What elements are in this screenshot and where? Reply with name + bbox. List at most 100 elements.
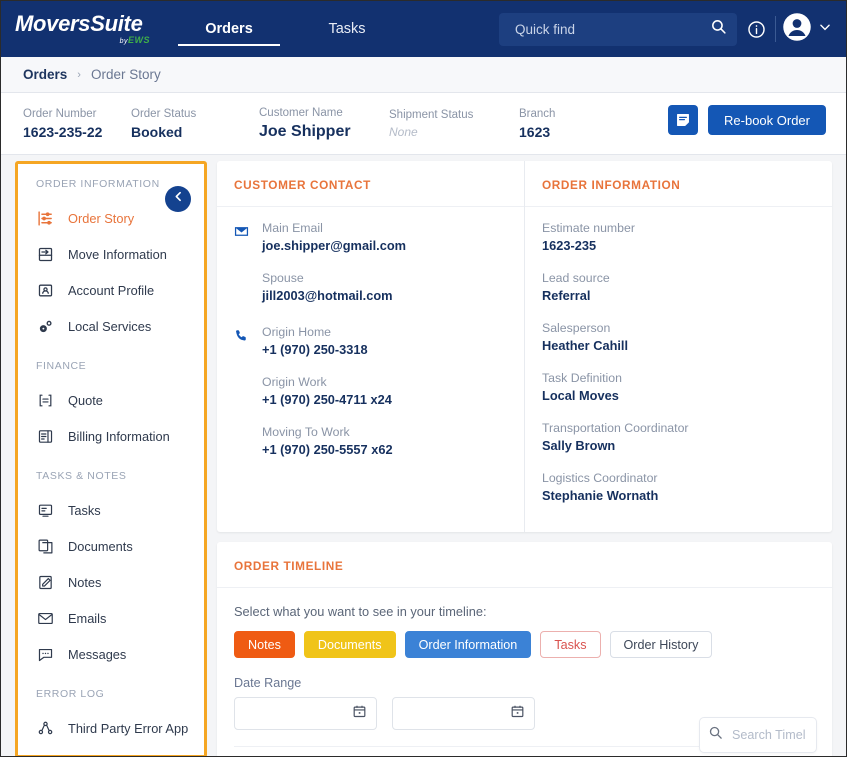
calendar-icon[interactable]: [352, 704, 367, 724]
nav-item-tasks[interactable]: Tasks: [288, 1, 406, 57]
logo-subtext: byEWS: [120, 36, 150, 45]
sidebar-item-billing-information-label: Billing Information: [68, 429, 170, 444]
date-from-field[interactable]: [234, 697, 377, 730]
contact-main-email: Main Email joe.shipper@gmail.com: [234, 221, 507, 253]
search-input[interactable]: [513, 21, 710, 38]
order-info-salesperson-value: Heather Cahill: [542, 338, 628, 353]
summary-order-status-value: Booked: [131, 124, 259, 140]
chevron-down-icon[interactable]: [818, 20, 832, 39]
user-menu[interactable]: [776, 12, 836, 47]
timeline-chip-order-history[interactable]: Order History: [610, 631, 713, 658]
order-timeline-prompt: Select what you want to see in your time…: [234, 604, 815, 619]
logo-brand-text: EWS: [128, 35, 150, 45]
timeline-chip-documents-label: Documents: [318, 638, 382, 652]
timeline-chip-order-information-label: Order Information: [419, 638, 518, 652]
timeline-chip-notes-label: Notes: [248, 638, 281, 652]
sidebar-item-third-party-error-app[interactable]: Third Party Error App: [18, 710, 204, 746]
sidebar-item-messages[interactable]: Messages: [18, 636, 204, 672]
sidebar-item-quote-label: Quote: [68, 393, 103, 408]
timeline-chip-order-information[interactable]: Order Information: [405, 631, 532, 658]
order-info-lead-source-value: Referral: [542, 288, 610, 303]
summary-branch: Branch 1623: [519, 108, 619, 140]
sidebar-item-tasks[interactable]: Tasks: [18, 492, 204, 528]
order-summary-actions: Re-book Order: [668, 105, 826, 135]
order-info-task-definition-label: Task Definition: [542, 371, 622, 385]
sidebar-item-move-information[interactable]: Move Information: [18, 236, 204, 272]
order-info-salesperson-label: Salesperson: [542, 321, 628, 335]
notes-icon: [36, 573, 54, 591]
contact-moving-to-work-text: Moving To Work +1 (970) 250-5557 x62: [262, 425, 393, 457]
sidebar-item-billing-information[interactable]: Billing Information: [18, 418, 204, 454]
top-navigation-bar: MoversSuite byEWS Orders Tasks: [1, 1, 846, 57]
app-logo[interactable]: MoversSuite byEWS: [15, 13, 150, 45]
email-icon: [234, 221, 250, 253]
search-icon[interactable]: [710, 18, 727, 40]
move-information-icon: [36, 245, 54, 263]
sidebar-item-local-services[interactable]: Local Services: [18, 308, 204, 344]
quote-icon: [36, 391, 54, 409]
customer-contact-body: Main Email joe.shipper@gmail.com Spouse …: [217, 207, 524, 486]
order-info-transportation-coordinator: Transportation Coordinator Sally Brown: [542, 421, 815, 453]
order-information-card: ORDER INFORMATION Estimate number 1623-2…: [524, 161, 832, 532]
order-info-estimate-number-label: Estimate number: [542, 221, 635, 235]
summary-customer-name-value: Joe Shipper: [259, 123, 389, 141]
contact-origin-home-value: +1 (970) 250-3318: [262, 342, 368, 357]
local-services-icon: [36, 317, 54, 335]
quick-find-container[interactable]: [499, 13, 737, 46]
info-icon[interactable]: [737, 9, 775, 49]
spouse-icon-placeholder: [234, 271, 250, 303]
logo-by-text: by: [120, 38, 128, 45]
origin-work-icon-placeholder: [234, 375, 250, 407]
order-info-task-definition: Task Definition Local Moves: [542, 371, 815, 403]
summary-shipment-status: Shipment Status None: [389, 109, 519, 139]
info-cards-row: CUSTOMER CONTACT Main Email: [217, 161, 832, 532]
order-summary-bar: Order Number 1623-235-22 Order Status Bo…: [1, 93, 846, 155]
timeline-search-wrapper: [699, 717, 817, 753]
breadcrumb-orders[interactable]: Orders: [23, 67, 67, 82]
timeline-search-container[interactable]: [699, 717, 817, 753]
order-info-estimate-number: Estimate number 1623-235: [542, 221, 815, 253]
contact-origin-work-label: Origin Work: [262, 375, 392, 389]
note-icon[interactable]: [668, 105, 698, 135]
sidebar-item-third-party-error-app-label: Third Party Error App: [68, 721, 188, 736]
customer-contact-card: CUSTOMER CONTACT Main Email: [217, 161, 524, 532]
timeline-chip-documents[interactable]: Documents: [304, 631, 396, 658]
contact-main-email-label: Main Email: [262, 221, 406, 235]
rebook-order-button[interactable]: Re-book Order: [708, 105, 826, 135]
sidebar-item-emails[interactable]: Emails: [18, 600, 204, 636]
order-info-transportation-coordinator-label: Transportation Coordinator: [542, 421, 689, 435]
breadcrumb-separator: ›: [77, 69, 81, 81]
timeline-search-input[interactable]: [730, 727, 808, 743]
summary-shipment-status-label: Shipment Status: [389, 109, 519, 121]
order-timeline-panel: ORDER TIMELINE Select what you want to s…: [217, 542, 832, 757]
date-to-field[interactable]: [392, 697, 535, 730]
summary-customer-name: Customer Name Joe Shipper: [259, 107, 389, 141]
order-info-logistics-coordinator-label: Logistics Coordinator: [542, 471, 658, 485]
search-icon[interactable]: [708, 725, 723, 745]
order-info-task-definition-value: Local Moves: [542, 388, 622, 403]
timeline-chip-tasks[interactable]: Tasks: [540, 631, 600, 658]
documents-icon: [36, 537, 54, 555]
contact-main-email-text: Main Email joe.shipper@gmail.com: [262, 221, 406, 253]
date-range-label: Date Range: [234, 676, 815, 690]
sidebar-section-finance-title: FINANCE: [18, 360, 204, 372]
order-info-lead-source-text: Lead source Referral: [542, 271, 610, 303]
sidebar-collapse-button[interactable]: [165, 186, 191, 212]
sidebar-item-documents[interactable]: Documents: [18, 528, 204, 564]
chevron-left-icon: [172, 190, 185, 208]
sidebar-item-messages-label: Messages: [68, 647, 126, 662]
page-body: ORDER INFORMATION Order Story: [1, 155, 846, 757]
order-information-title: ORDER INFORMATION: [525, 161, 832, 207]
summary-branch-label: Branch: [519, 108, 619, 120]
order-info-logistics-coordinator-text: Logistics Coordinator Stephanie Wornath: [542, 471, 658, 503]
nav-item-orders[interactable]: Orders: [170, 1, 288, 57]
contact-moving-to-work-value: +1 (970) 250-5557 x62: [262, 442, 393, 457]
calendar-icon[interactable]: [510, 704, 525, 724]
sidebar-item-quote[interactable]: Quote: [18, 382, 204, 418]
timeline-chip-order-history-label: Order History: [624, 638, 699, 652]
sidebar-item-notes-label: Notes: [68, 575, 101, 590]
sidebar-item-notes[interactable]: Notes: [18, 564, 204, 600]
sidebar-item-account-profile[interactable]: Account Profile: [18, 272, 204, 308]
contact-origin-home-text: Origin Home +1 (970) 250-3318: [262, 325, 368, 357]
timeline-chip-notes[interactable]: Notes: [234, 631, 295, 658]
